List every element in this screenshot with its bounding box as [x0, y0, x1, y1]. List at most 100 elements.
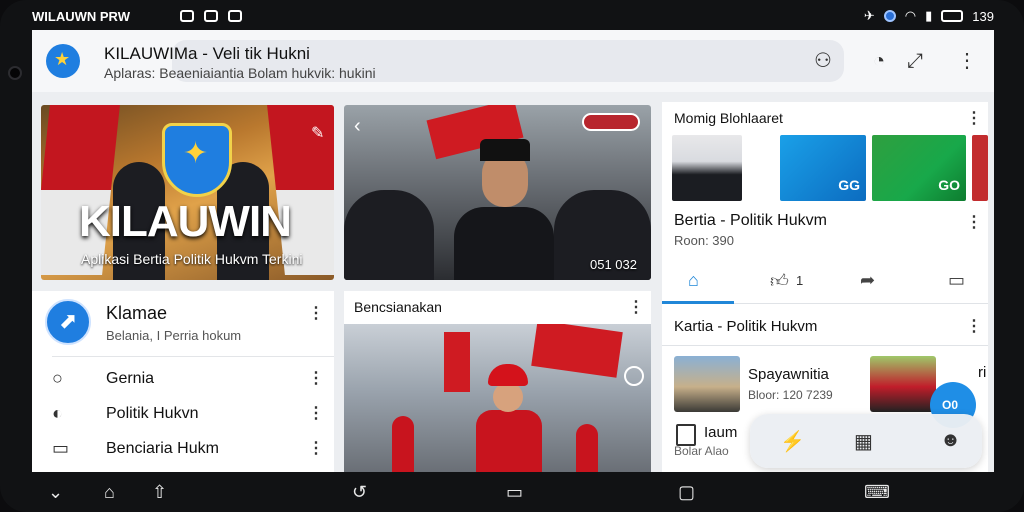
article-more-icon[interactable]: ⋮: [966, 214, 982, 232]
home-button-icon[interactable]: ▭: [506, 482, 523, 503]
parade-participant-right: [576, 424, 598, 472]
card-icon: ▭: [52, 438, 70, 458]
article-action-bar: ⌂ 👍︎ 1 ➦ ▭: [662, 260, 988, 304]
share-arrow-icon[interactable]: ➦: [860, 270, 875, 291]
flag-small: [444, 332, 470, 392]
calendar-icon[interactable]: ▦: [854, 429, 873, 454]
official-body: [454, 207, 554, 280]
front-camera: [8, 66, 22, 80]
edge-label: ri: [978, 364, 987, 381]
event-card[interactable]: Bencsianakan ⋮: [344, 291, 651, 472]
marcher-face: [493, 382, 523, 412]
news-photo-time: 051 032: [590, 257, 637, 272]
signal-boost-icon[interactable]: ⚡: [780, 429, 805, 454]
keyboard-icon[interactable]: ⌨: [864, 482, 890, 503]
menu-item-benciaria[interactable]: ▭ Benciaria Hukm ⋮: [32, 433, 334, 465]
panel-article-title[interactable]: Bertia - Politik Hukvm: [674, 212, 827, 230]
section-divider: [662, 345, 988, 346]
official-portrait: [454, 137, 554, 280]
item-extra-meta: Bolar Alao: [674, 444, 729, 458]
collapse-icon[interactable]: ⌄: [48, 482, 63, 503]
notification-icon: [179, 10, 194, 22]
live-badge: [582, 113, 640, 131]
hero-title: KILAUWIN: [79, 197, 292, 246]
item-title[interactable]: Spayawnitia: [748, 366, 829, 383]
battery-icon: [941, 10, 964, 22]
home-nav-icon[interactable]: ⌂: [104, 482, 115, 503]
menu-item-more-icon[interactable]: ⋮: [308, 370, 324, 388]
menu-item-gernia[interactable]: ○ Gernia ⋮: [32, 363, 334, 395]
active-tab-indicator: [662, 301, 734, 304]
like-count: 1: [796, 273, 804, 288]
event-more-icon[interactable]: ⋮: [628, 299, 644, 317]
back-nav-icon[interactable]: ↺: [352, 482, 367, 503]
marcher-hat: [488, 364, 528, 386]
hero-subtitle: Aplikasi Bertia Politik Hukvm Terkini: [81, 251, 303, 267]
item-extra-title[interactable]: Iaum: [704, 424, 737, 441]
help-icon[interactable]: ◔: [866, 48, 892, 74]
emblem-shield-icon: [162, 123, 232, 197]
item-meta: Bloor: 120 7239: [748, 388, 833, 402]
avatar[interactable]: [45, 299, 91, 345]
status-time: 139: [972, 8, 994, 24]
bookmark-icon[interactable]: ▭: [948, 270, 965, 291]
thumbnail-partial[interactable]: [972, 135, 988, 201]
event-card-title: Bencsianakan: [354, 299, 442, 315]
thumbnail-reporter[interactable]: GG: [780, 135, 866, 201]
app-logo-icon: [46, 44, 80, 78]
panel-more-icon[interactable]: ⋮: [966, 110, 982, 128]
flag-left: [41, 105, 120, 275]
event-photo: [344, 324, 651, 472]
section-title: Kartia - Politik Hukvm: [674, 318, 818, 335]
section-more-icon[interactable]: ⋮: [966, 318, 982, 336]
status-carrier-text: WILAUWN PRW: [32, 8, 130, 24]
edit-icon[interactable]: ✎: [311, 123, 324, 143]
hero-banner[interactable]: KILAUWIN Aplikasi Bertia Politik Hukvm T…: [41, 105, 334, 280]
document-icon: [676, 424, 696, 446]
thumbnail-label: GO: [938, 177, 960, 193]
status-bar: WILAUWN PRW ✈ ◠ ▮ 139: [32, 4, 994, 28]
event-badge-icon: [624, 366, 644, 386]
back-arrow-icon[interactable]: ‹: [354, 115, 361, 138]
signal-icon: ▮: [925, 8, 933, 23]
running-icon: ✈: [863, 8, 875, 23]
parade-marcher: [476, 364, 546, 472]
wifi-icon: ◠: [904, 8, 917, 23]
app-screen: KILAUWIMa - Veli tik Hukni Aplaras: Beae…: [32, 30, 994, 472]
item-thumbnail-soldier[interactable]: [674, 356, 740, 412]
menu-item-label: Politik Hukvn: [106, 405, 199, 422]
app-title: KILAUWIMa - Veli tik Hukni: [104, 44, 310, 63]
home-icon[interactable]: ⌂: [688, 270, 699, 291]
share-icon[interactable]: ⤢: [902, 48, 928, 74]
crowd-left: [344, 190, 434, 280]
floating-toolbar: ⚡ ▦ ☻: [750, 414, 982, 468]
profile-icon[interactable]: ☻: [940, 429, 961, 452]
recents-icon[interactable]: ▢: [678, 482, 695, 503]
device-frame: WILAUWN PRW ✈ ◠ ▮ 139 KILAUWIMa - Veli t…: [0, 0, 1024, 512]
location-icon: [883, 10, 896, 22]
official-cap: [480, 139, 530, 161]
system-nav-bar: ⌄ ⌂ ⇧ ↺ ▭ ▢ ⌨: [32, 478, 994, 508]
up-icon[interactable]: ⇧: [152, 482, 167, 503]
parade-participant: [392, 416, 414, 472]
app-subtitle: Aplaras: Beaeniaiantia Bolam hukvik: huk…: [104, 65, 376, 81]
user-search-icon[interactable]: ⚇: [810, 48, 836, 74]
toggle-icon: ◐: [52, 403, 63, 423]
thumbnail-presenter[interactable]: GO: [872, 135, 966, 201]
screenshot-icon: [203, 10, 218, 22]
thumbnail-officer[interactable]: [672, 135, 742, 201]
marcher-uniform: [476, 410, 542, 472]
like-icon[interactable]: 👍︎: [770, 270, 789, 292]
item-thumbnail-group[interactable]: [870, 356, 936, 412]
menu-item-more-icon[interactable]: ⋮: [308, 405, 324, 423]
profile-more-icon[interactable]: ⋮: [308, 305, 324, 323]
menu-item-politik[interactable]: ◐ Politik Hukvn ⋮: [32, 398, 334, 430]
menu-item-more-icon[interactable]: ⋮: [308, 440, 324, 458]
profile-divider: [52, 356, 334, 357]
more-options-icon[interactable]: ⋮: [954, 48, 980, 74]
menu-item-label: Benciaria Hukm: [106, 440, 219, 457]
profile-menu-card: Klamae Belania, I Perria hokum ⋮ ○ Gerni…: [32, 291, 334, 472]
menu-item-label: Gernia: [106, 370, 155, 387]
message-icon: [227, 10, 242, 22]
news-photo-card[interactable]: ‹ 051 032: [344, 105, 651, 280]
